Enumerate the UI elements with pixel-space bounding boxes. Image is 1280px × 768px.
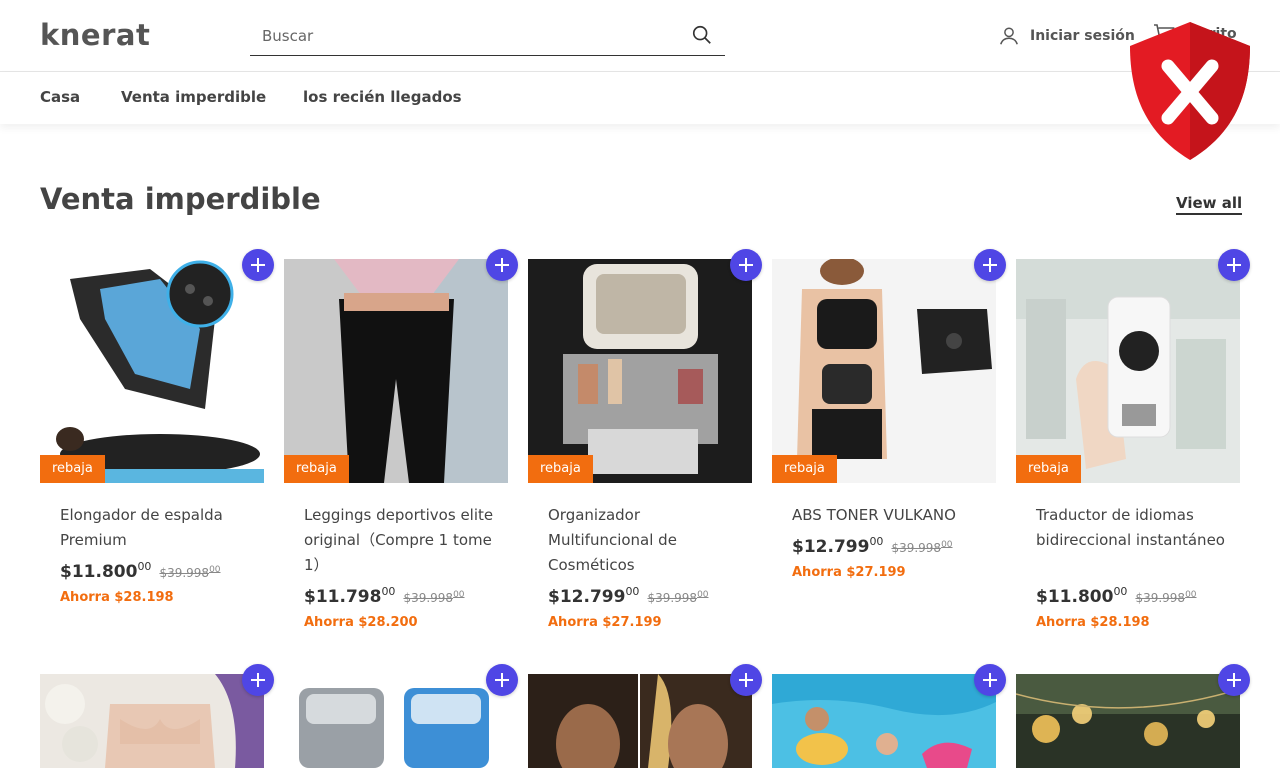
nav-item-venta-imperdible[interactable]: Venta imperdible	[121, 88, 266, 106]
product-image[interactable]	[528, 674, 752, 768]
original-price: $39.99800	[1135, 590, 1197, 605]
view-all-link[interactable]: View all	[1176, 194, 1243, 215]
add-to-cart-button[interactable]	[486, 664, 518, 696]
sale-badge: rebaja	[40, 455, 105, 483]
savings-text: Ahorra $27.199	[548, 615, 662, 630]
nav-item-recien-llegados[interactable]: los recién llegados	[303, 88, 462, 106]
login-label: Iniciar sesión	[1030, 28, 1135, 44]
add-to-cart-button[interactable]	[974, 249, 1006, 281]
price-row: $12.79900 $39.99800	[548, 585, 709, 607]
price-row: $11.79800 $39.99800	[304, 585, 465, 607]
plus-icon	[495, 673, 509, 687]
savings-text: Ahorra $27.199	[792, 565, 906, 580]
sale-price: $12.79900	[792, 535, 884, 557]
plus-icon	[739, 673, 753, 687]
product-title[interactable]: Elongador de espalda Premium	[60, 503, 250, 553]
original-price: $39.99800	[159, 565, 221, 580]
nav-item-casa[interactable]: Casa	[40, 88, 80, 106]
search-input[interactable]	[262, 24, 682, 48]
plus-icon	[739, 258, 753, 272]
price-row: $11.80000 $39.99800	[1036, 585, 1197, 607]
sale-price: $11.79800	[304, 585, 396, 607]
savings-text: Ahorra $28.198	[1036, 615, 1150, 630]
product-title[interactable]: Organizador Multifuncional de Cosméticos	[548, 503, 738, 578]
plus-icon	[983, 258, 997, 272]
site-logo[interactable]: knerat	[40, 18, 150, 52]
price-row: $12.79900 $39.99800	[792, 535, 953, 557]
user-icon	[1000, 27, 1018, 45]
sale-badge: rebaja	[528, 455, 593, 483]
product-image[interactable]	[1016, 674, 1240, 768]
sale-badge: rebaja	[772, 455, 837, 483]
original-price: $39.99800	[647, 590, 709, 605]
add-to-cart-button[interactable]	[242, 664, 274, 696]
add-to-cart-button[interactable]	[242, 249, 274, 281]
product-image[interactable]	[772, 674, 996, 768]
original-price: $39.99800	[891, 540, 953, 555]
product-title[interactable]: ABS TONER VULKANO	[792, 503, 982, 528]
savings-text: Ahorra $28.200	[304, 615, 418, 630]
security-alert-shield-icon[interactable]	[1126, 20, 1254, 162]
product-image[interactable]: rebaja	[772, 259, 996, 483]
sale-badge: rebaja	[284, 455, 349, 483]
login-link[interactable]: Iniciar sesión	[998, 24, 1135, 48]
sale-price: $11.80000	[60, 560, 152, 582]
plus-icon	[251, 673, 265, 687]
product-image[interactable]: rebaja	[284, 259, 508, 483]
add-to-cart-button[interactable]	[486, 249, 518, 281]
plus-icon	[495, 258, 509, 272]
add-to-cart-button[interactable]	[974, 664, 1006, 696]
product-image[interactable]	[284, 674, 508, 768]
product-image[interactable]: rebaja	[528, 259, 752, 483]
product-image[interactable]: rebaja	[40, 259, 264, 483]
product-image[interactable]: rebaja	[1016, 259, 1240, 483]
sale-price: $12.79900	[548, 585, 640, 607]
plus-icon	[1227, 258, 1241, 272]
plus-icon	[1227, 673, 1241, 687]
plus-icon	[251, 258, 265, 272]
original-price: $39.99800	[403, 590, 465, 605]
main-nav: Casa Venta imperdible los recién llegado…	[0, 72, 1280, 124]
sale-badge: rebaja	[1016, 455, 1081, 483]
product-image[interactable]	[40, 674, 264, 768]
search-icon[interactable]	[691, 24, 713, 46]
product-title[interactable]: Leggings deportivos elite original（Compr…	[304, 503, 494, 578]
savings-text: Ahorra $28.198	[60, 590, 174, 605]
sale-price: $11.80000	[1036, 585, 1128, 607]
add-to-cart-button[interactable]	[1218, 249, 1250, 281]
plus-icon	[983, 673, 997, 687]
add-to-cart-button[interactable]	[730, 249, 762, 281]
site-header: knerat Iniciar sesión Carrito	[0, 0, 1280, 72]
product-title[interactable]: Traductor de idiomas bidireccional insta…	[1036, 503, 1226, 553]
search-bar[interactable]	[250, 16, 725, 56]
add-to-cart-button[interactable]	[730, 664, 762, 696]
price-row: $11.80000 $39.99800	[60, 560, 221, 582]
add-to-cart-button[interactable]	[1218, 664, 1250, 696]
section-title: Venta imperdible	[40, 182, 321, 216]
